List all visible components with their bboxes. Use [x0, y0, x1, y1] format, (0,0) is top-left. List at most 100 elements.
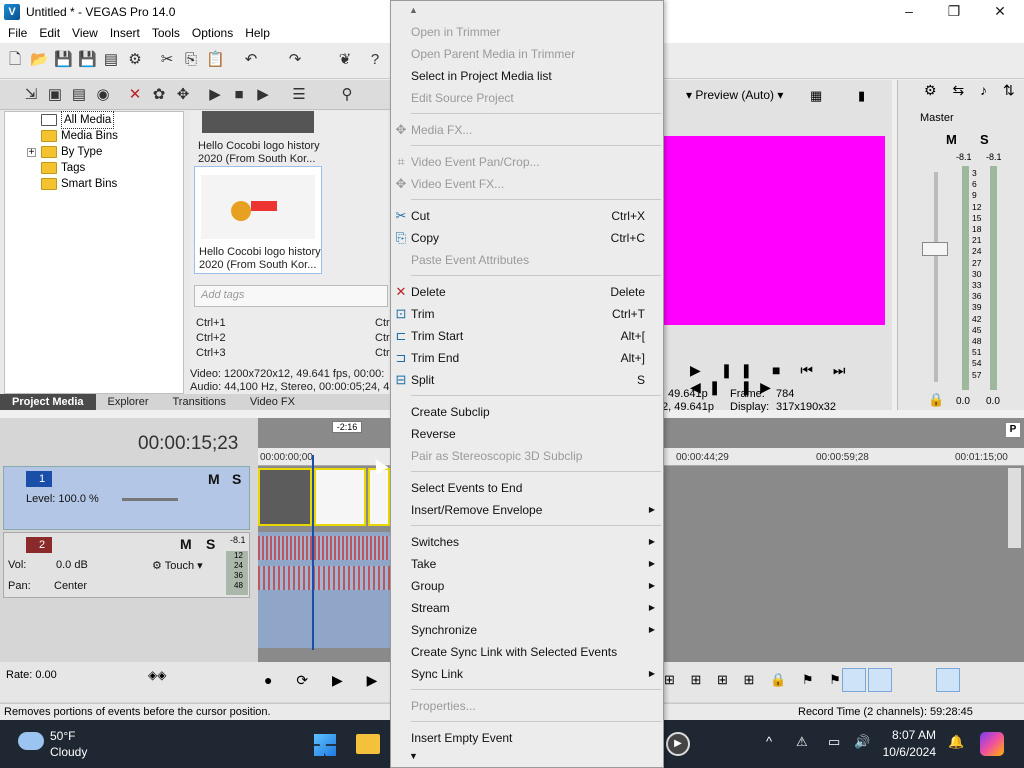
audio-events[interactable] — [258, 532, 390, 598]
preview-quality-dropdown[interactable]: ▾ Preview (Auto) ▾ — [686, 88, 783, 102]
weather-condition[interactable]: Cloudy — [50, 745, 87, 759]
mixer-toolbar-icons[interactable]: ⚙ ⇆ ♪ ⇅ — [924, 82, 1021, 99]
menu-item-select-in-project-media-list[interactable]: Select in Project Media list — [391, 65, 663, 87]
solo-button[interactable]: S — [980, 132, 989, 147]
video-track-header[interactable]: 1 Level: 100.0 % M S — [3, 466, 250, 530]
menu-item-group[interactable]: Group ▶ — [391, 575, 663, 597]
region-marker[interactable]: -2:16 — [332, 421, 362, 433]
windows-start-icon[interactable] — [314, 734, 336, 756]
menu-item-insert-remove-envelope[interactable]: Insert/Remove Envelope ▶ — [391, 499, 663, 521]
weather-temperature[interactable]: 50°F — [50, 729, 75, 743]
mute-button[interactable]: M — [208, 471, 220, 487]
tab-video-fx[interactable]: Video FX — [238, 394, 307, 410]
volume-icon[interactable]: 🔊 — [854, 734, 870, 750]
display-icon[interactable]: ▭ — [828, 734, 840, 750]
empty-track-area[interactable] — [258, 598, 390, 648]
solo-button[interactable]: S — [206, 536, 215, 552]
solo-button[interactable]: S — [232, 471, 241, 487]
network-icon[interactable]: ⚠ — [796, 734, 808, 750]
remove-icon[interactable]: ✕ — [126, 86, 144, 104]
expand-icon[interactable]: + — [27, 147, 36, 157]
maximize-button[interactable]: ❐ — [931, 0, 977, 23]
thumbnail-image[interactable] — [202, 111, 314, 133]
get-media-icon[interactable]: ▤ — [70, 86, 88, 104]
new-icon[interactable]: 🗋 — [6, 51, 24, 69]
master-fader[interactable] — [922, 242, 948, 256]
tree-item-all-media[interactable]: All Media — [41, 111, 115, 129]
lock-icon[interactable]: 🔒 — [928, 392, 944, 408]
menu-item-reverse[interactable]: Reverse — [391, 423, 663, 445]
copy-toolbar-icon[interactable]: ⎘ — [182, 51, 200, 69]
scroll-down-icon[interactable]: ▼ — [409, 751, 418, 761]
menu-view[interactable]: View — [66, 23, 104, 43]
mute-button[interactable]: M — [946, 132, 957, 147]
grid-icon[interactable]: ▦ — [810, 88, 822, 104]
tab-transitions[interactable]: Transitions — [161, 394, 238, 410]
paste-icon[interactable]: 📋 — [206, 51, 225, 69]
menu-insert[interactable]: Insert — [104, 23, 146, 43]
menu-help[interactable]: Help — [239, 23, 276, 43]
video-events[interactable] — [258, 468, 390, 528]
play-preview-icon[interactable]: ▶ — [206, 86, 224, 104]
menu-item-delete[interactable]: ✕ Delete Delete — [391, 281, 663, 303]
rate-slider-icon[interactable]: ◈◈ — [148, 668, 166, 682]
menu-item-sync-link[interactable]: Sync Link ▶ — [391, 663, 663, 685]
video-event[interactable] — [314, 468, 366, 526]
level-slider[interactable] — [122, 498, 178, 501]
menu-item-take[interactable]: Take ▶ — [391, 553, 663, 575]
tree-item-media-bins[interactable]: Media Bins — [41, 128, 118, 144]
vertical-scrollbar[interactable] — [1008, 468, 1021, 548]
web-icon[interactable]: ◉ — [94, 86, 112, 104]
mute-button[interactable]: M — [180, 536, 192, 552]
menu-item-trim-start[interactable]: ⊏ Trim Start Alt+[ — [391, 325, 663, 347]
menu-item-create-subclip[interactable]: Create Subclip — [391, 401, 663, 423]
menu-item-trim-end[interactable]: ⊐ Trim End Alt+] — [391, 347, 663, 369]
menu-item-synchronize[interactable]: Synchronize ▶ — [391, 619, 663, 641]
auto-crossfade-icon[interactable] — [868, 668, 892, 692]
copilot-icon[interactable] — [980, 732, 1004, 756]
video-event[interactable] — [368, 468, 390, 526]
menu-file[interactable]: File — [2, 23, 33, 43]
import-media-icon[interactable]: ⇲ — [22, 86, 40, 104]
audio-track-header[interactable]: 2 Vol: 0.0 dB Pan: Center ⚙ Touch ▾ M S … — [3, 532, 250, 598]
search-icon[interactable]: ⚲ — [338, 86, 356, 104]
minimize-button[interactable]: – — [886, 0, 932, 23]
open-icon[interactable]: 📂 — [30, 51, 49, 69]
tree-item-by-type[interactable]: + By Type — [27, 144, 102, 160]
tab-project-media[interactable]: Project Media — [0, 394, 96, 410]
media-generators-icon[interactable]: ✥ — [174, 86, 192, 104]
cut-icon[interactable]: ✂ — [158, 51, 176, 69]
menu-item-split[interactable]: ⊟ Split S — [391, 369, 663, 391]
snap-icon[interactable] — [842, 668, 866, 692]
notification-bell-icon[interactable]: 🔔 — [948, 734, 964, 750]
thumbnail-selected[interactable]: Hello Cocobi logo history 2020 (From Sou… — [194, 166, 322, 274]
menu-item-cut[interactable]: ✂ Cut Ctrl+X — [391, 205, 663, 227]
close-button[interactable]: ✕ — [977, 0, 1023, 23]
tags-input[interactable]: Add tags — [194, 285, 388, 307]
auto-preview-icon[interactable]: ▶ — [254, 86, 272, 104]
scroll-up-icon[interactable]: ▲ — [409, 5, 418, 15]
render-icon[interactable]: ▤ — [102, 51, 120, 69]
menu-options[interactable]: Options — [186, 23, 239, 43]
fx-icon[interactable]: ❦ — [336, 51, 354, 69]
menu-item-insert-empty-event[interactable]: Insert Empty Event — [391, 727, 663, 749]
save-as-icon[interactable]: 💾 — [78, 51, 97, 69]
touch-icon[interactable]: ⚙ Touch ▾ — [152, 559, 203, 572]
redo-icon[interactable]: ↷ — [286, 51, 304, 69]
help-icon[interactable]: ? — [366, 51, 384, 69]
menu-item-trim[interactable]: ⊡ Trim Ctrl+T — [391, 303, 663, 325]
properties-button[interactable]: P — [1005, 422, 1021, 438]
menu-item-create-sync-link-with-selected-events[interactable]: Create Sync Link with Selected Events — [391, 641, 663, 663]
menu-item-copy[interactable]: ⎘ Copy Ctrl+C — [391, 227, 663, 249]
media-player-icon[interactable]: ▶ — [666, 732, 690, 756]
show-hidden-icons[interactable]: ^ — [766, 734, 772, 749]
video-event[interactable] — [258, 468, 312, 526]
properties-icon[interactable]: ⚙ — [126, 51, 144, 69]
copy-snapshot-icon[interactable]: ▮ — [858, 88, 865, 104]
tab-explorer[interactable]: Explorer — [96, 394, 161, 410]
menu-edit[interactable]: Edit — [33, 23, 66, 43]
file-explorer-icon[interactable] — [356, 734, 380, 754]
playhead-cursor[interactable] — [312, 455, 314, 650]
edit-tools[interactable]: ⊞ ⊞ ⊞ ⊞ 🔒 ⚑ ⚑ — [664, 672, 847, 688]
views-icon[interactable]: ☰ — [290, 86, 308, 104]
